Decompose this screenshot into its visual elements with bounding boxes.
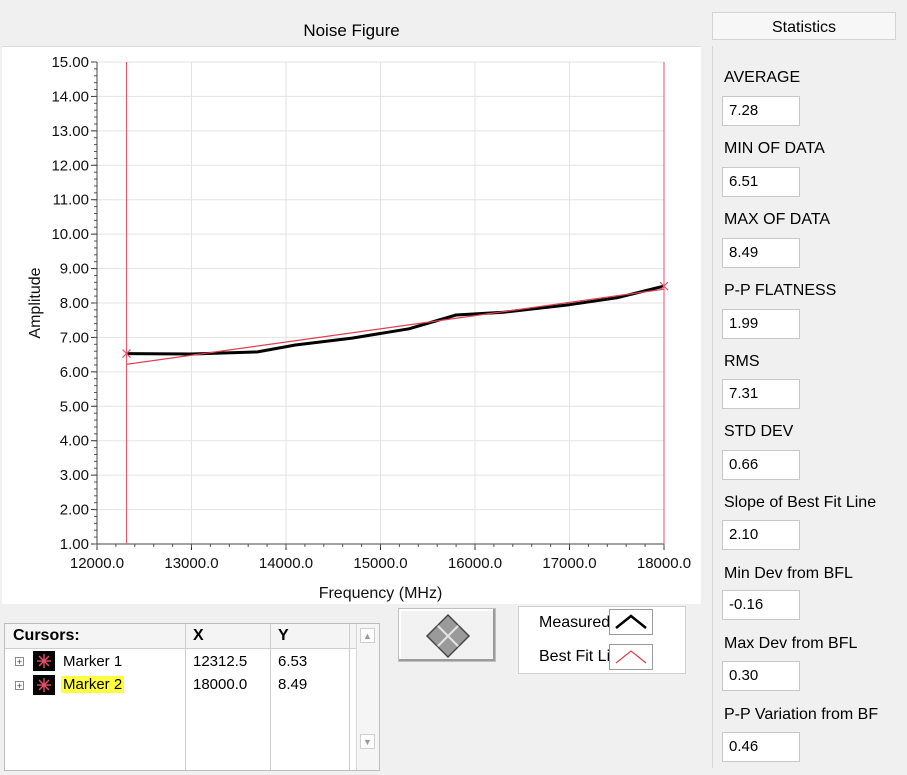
stat-label-std-dev: STD DEV (724, 423, 794, 440)
y-tick-label: 4.00 (60, 433, 89, 450)
stat-label-max-of-data: MAX OF DATA (724, 211, 831, 228)
stat-value-pp-flatness[interactable]: 1.99 (722, 309, 800, 339)
statistics-title: Statistics (712, 12, 896, 40)
cursor-header-y: Y (278, 627, 289, 644)
stat-value-min-dev-bfl[interactable]: -0.16 (722, 590, 800, 620)
x-tick-label: 12000.0 (70, 555, 124, 572)
y-tick-label: 12.00 (51, 157, 89, 174)
x-tick-label: 14000.0 (259, 555, 313, 572)
stat-value-max-of-data[interactable]: 8.49 (722, 238, 800, 268)
noise-figure-chart[interactable]: 1.00 2.00 3.00 4.00 5.00 6.00 7.00 8.00 9.00 10.0… (0, 0, 705, 610)
cursor-table[interactable]: Cursors: X Y + Marker 1 12312.5 6.53 + M… (4, 623, 380, 771)
y-tick-label: 5.00 (60, 398, 89, 415)
y-tick-label: 9.00 (60, 261, 89, 278)
x-tick-label: 16000.0 (448, 555, 502, 572)
y-tick-label: 8.00 (60, 295, 89, 312)
cursor-header-x: X (193, 627, 204, 644)
stat-value-max-dev-bfl[interactable]: 0.30 (722, 661, 800, 691)
cursor-row-2-y[interactable]: 8.49 (278, 676, 307, 693)
y-tick-label: 14.00 (51, 88, 89, 105)
expand-marker-1-icon[interactable]: + (15, 657, 24, 667)
scroll-down-icon[interactable]: ▼ (360, 734, 375, 749)
stat-label-average: AVERAGE (724, 69, 801, 86)
cursor-table-scrollbar[interactable]: ▲ ▼ (356, 624, 379, 770)
scroll-up-icon[interactable]: ▲ (360, 628, 375, 643)
plot-legend[interactable]: Measured Best Fit Line (518, 606, 686, 674)
stat-label-min-of-data: MIN OF DATA (724, 140, 825, 157)
marker-1-icon (33, 651, 55, 671)
cursor-row-1-y[interactable]: 6.53 (278, 653, 307, 670)
expand-marker-2-icon[interactable]: + (15, 681, 24, 691)
cursor-row-1-x[interactable]: 12312.5 (193, 653, 247, 670)
cursor-header-name: Cursors: (13, 627, 80, 644)
x-tick-label: 15000.0 (353, 555, 407, 572)
y-tick-label: 6.00 (60, 364, 89, 381)
y-tick-label: 13.00 (51, 123, 89, 140)
y-axis-label: Amplitude (27, 267, 44, 338)
cursor-row-2-name[interactable]: Marker 2 (61, 676, 125, 693)
y-tick-label: 15.00 (51, 54, 89, 71)
cursor-col-divider (270, 624, 271, 770)
stat-value-slope-bfl[interactable]: 2.10 (722, 520, 800, 550)
y-tick-label: 2.00 (60, 502, 89, 519)
x-tick-label: 17000.0 (542, 555, 596, 572)
cursor-col-divider (349, 624, 350, 770)
stat-value-rms[interactable]: 7.31 (722, 379, 800, 409)
x-tick-label: 18000.0 (637, 555, 691, 572)
stat-value-pp-variation-bf[interactable]: 0.46 (722, 732, 800, 762)
x-tick-label: 13000.0 (164, 555, 218, 572)
y-tick-label: 1.00 (60, 536, 89, 553)
cursor-movement-diamond-icon (425, 613, 471, 659)
y-tick-label: 11.00 (53, 192, 89, 209)
cursor-movement-button[interactable] (398, 608, 496, 662)
stat-label-pp-variation-bf: P-P Variation from BF (724, 706, 879, 723)
marker-2-icon (33, 675, 55, 695)
stat-value-average[interactable]: 7.28 (722, 96, 800, 126)
cursor-col-divider (185, 624, 186, 770)
x-axis-label: Frequency (MHz) (319, 585, 443, 602)
cursor-row-2-x[interactable]: 18000.0 (193, 676, 247, 693)
stat-value-std-dev[interactable]: 0.66 (722, 450, 800, 480)
stat-label-max-dev-bfl: Max Dev from BFL (724, 635, 858, 652)
legend-swatch-best-fit-icon[interactable] (609, 644, 653, 670)
y-tick-label: 7.00 (60, 329, 89, 346)
cursor-row-1-name[interactable]: Marker 1 (63, 653, 122, 670)
y-tick-label: 3.00 (60, 467, 89, 484)
stat-label-rms: RMS (724, 353, 760, 370)
legend-swatch-measured-icon[interactable] (609, 609, 653, 635)
stat-label-min-dev-bfl: Min Dev from BFL (724, 565, 853, 582)
legend-label-measured: Measured (539, 614, 611, 631)
stat-label-pp-flatness: P-P FLATNESS (724, 282, 837, 299)
y-tick-label: 10.00 (51, 226, 89, 243)
stat-value-min-of-data[interactable]: 6.51 (722, 167, 800, 197)
stat-label-slope-bfl: Slope of Best Fit Line (724, 494, 877, 511)
